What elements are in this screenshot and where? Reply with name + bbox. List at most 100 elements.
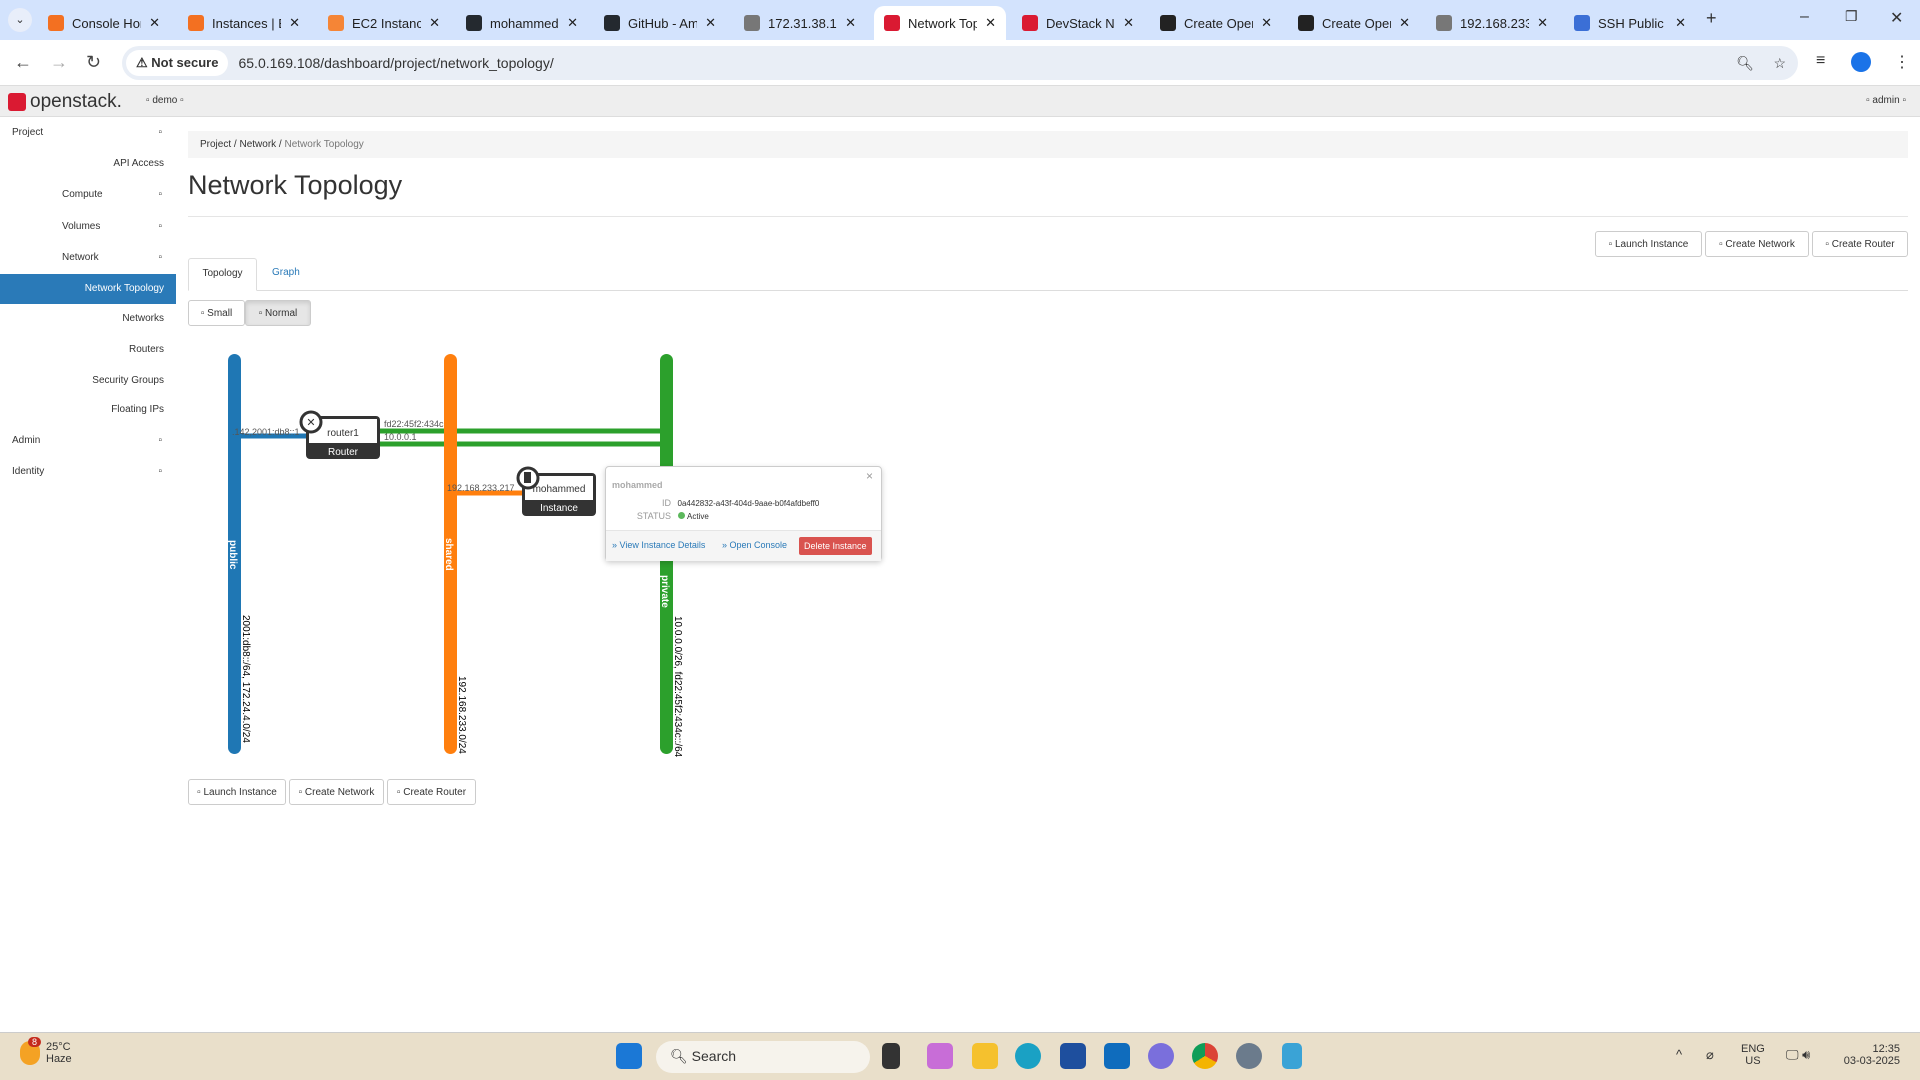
back-icon[interactable]: ← (14, 52, 32, 73)
browser-tab[interactable]: Create Open ✕ (1150, 6, 1282, 40)
settings-icon[interactable] (1236, 1043, 1262, 1069)
reload-icon[interactable]: ↻ (86, 52, 101, 73)
close-tab-icon[interactable]: ✕ (1399, 15, 1410, 31)
sidebar-item-label: Network (62, 252, 99, 263)
notepad-icon[interactable] (1282, 1043, 1302, 1069)
close-tab-icon[interactable]: ✕ (149, 15, 160, 31)
url-text[interactable]: 65.0.169.108/dashboard/project/network_t… (238, 55, 553, 71)
edge-icon[interactable] (1015, 1043, 1041, 1069)
openstack-logo[interactable]: openstack. (8, 91, 122, 113)
sidebar-item-network[interactable]: Network ▫ (0, 243, 176, 273)
restore-button[interactable]: ❐ (1845, 8, 1858, 25)
app-icon[interactable] (1148, 1043, 1174, 1069)
browser-tab[interactable]: GitHub - Am ✕ (594, 6, 726, 40)
close-tab-icon[interactable]: ✕ (289, 15, 300, 31)
browser-tab[interactable]: 192.168.233 ✕ (1426, 6, 1558, 40)
browser-tab-bar: ⌄ Console Hom✕Instances | E✕EC2 Instance… (0, 0, 1920, 40)
sidebar-item-routers[interactable]: Routers (0, 335, 176, 365)
favicon-icon (1160, 15, 1176, 31)
close-tab-icon[interactable]: ✕ (429, 15, 440, 31)
forward-icon[interactable]: → (50, 52, 68, 73)
tab-list-button[interactable]: ⌄ (8, 8, 32, 32)
close-tab-icon[interactable]: ✕ (1261, 15, 1272, 31)
chrome-icon[interactable] (1192, 1043, 1218, 1069)
browser-tab[interactable]: Create Open ✕ (1288, 6, 1420, 40)
sidebar-item-networks[interactable]: Networks (0, 304, 176, 334)
bottom-launch-instance-button[interactable]: ▫ Launch Instance (188, 779, 286, 805)
not-secure-badge[interactable]: ⚠ Not secure (126, 50, 229, 76)
breadcrumb-project[interactable]: Project (200, 139, 231, 150)
volume-icon[interactable]: 🖵 🔊︎ (1786, 1047, 1810, 1063)
tab-title: mohammed (490, 15, 559, 31)
bookmark-star-icon[interactable]: ☆ (1773, 55, 1786, 72)
copilot-icon[interactable] (927, 1043, 953, 1069)
close-tab-icon[interactable]: ✕ (1675, 15, 1686, 31)
browser-tab[interactable]: SSH Public K ✕ (1564, 6, 1696, 40)
sidebar-item-security-groups[interactable]: Security Groups (0, 366, 176, 396)
close-popup-button[interactable]: × (866, 469, 873, 483)
show-hidden-icons[interactable]: ^ (1676, 1047, 1682, 1062)
sidebar-item-identity[interactable]: Identity ▫ (0, 457, 176, 487)
sidebar-item-project[interactable]: Project ▫ (0, 118, 176, 148)
sidebar-item-admin[interactable]: Admin ▫ (0, 426, 176, 456)
browser-tab[interactable]: Instances | E ✕ (178, 6, 310, 40)
start-button[interactable] (616, 1043, 642, 1069)
breadcrumb-current: Network Topology (284, 139, 364, 150)
network-status-icon[interactable]: ⌀ (1706, 1047, 1714, 1063)
sidebar-item-network-topology[interactable]: Network Topology (0, 274, 176, 304)
zoom-icon[interactable]: 🔍︎ (1736, 55, 1754, 72)
language-indicator[interactable]: ENG US (1741, 1043, 1765, 1067)
size-small-button[interactable]: ▫ Small (188, 300, 245, 326)
browser-tab[interactable]: mohammed ✕ (456, 6, 588, 40)
close-tab-icon[interactable]: ✕ (1537, 15, 1548, 31)
create-router-button[interactable]: ▫ Create Router (1812, 231, 1908, 257)
new-tab-button[interactable]: + (1706, 8, 1717, 29)
outlook-icon[interactable] (1104, 1043, 1130, 1069)
media-icon[interactable]: ≡ (1816, 52, 1825, 70)
sidebar-item-floating-ips[interactable]: Floating IPs (0, 395, 176, 425)
open-console-link[interactable]: » Open Console (722, 540, 787, 550)
tab-topology[interactable]: Topology (188, 258, 257, 291)
breadcrumb-network[interactable]: Network (239, 139, 276, 150)
svg-text:✕: ✕ (306, 417, 315, 429)
delete-instance-button[interactable]: Delete Instance (799, 537, 872, 555)
close-tab-icon[interactable]: ✕ (1123, 15, 1134, 31)
user-menu[interactable]: ▫ admin ▫ (1866, 95, 1906, 106)
close-tab-icon[interactable]: ✕ (985, 15, 996, 31)
bottom-create-router-button[interactable]: ▫ Create Router (387, 779, 476, 805)
minimize-button[interactable]: – (1800, 8, 1809, 26)
address-bar[interactable]: ⚠ Not secure 65.0.169.108/dashboard/proj… (122, 46, 1798, 80)
project-selector[interactable]: ▫ demo ▫ (146, 95, 184, 106)
network-cidr-public: 2001:db8::/64, 172.24.4.0/24 (240, 615, 251, 743)
close-tab-icon[interactable]: ✕ (705, 15, 716, 31)
browser-tab[interactable]: Console Hom ✕ (38, 6, 170, 40)
close-window-button[interactable]: ✕ (1890, 8, 1903, 28)
tab-graph[interactable]: Graph (272, 258, 300, 291)
router-name: router1 (327, 428, 359, 439)
favicon-icon (1574, 15, 1590, 31)
view-instance-details-link[interactable]: » View Instance Details (612, 540, 705, 550)
weather-widget[interactable]: 8 25°C Haze (20, 1037, 72, 1065)
taskbar-search[interactable]: 🔍︎ Search (656, 1041, 870, 1073)
size-normal-button[interactable]: ▫ Normal (245, 300, 311, 326)
taskbar: 8 25°C Haze 🔍︎ Search ^ ⌀ ENG US 🖵 🔊︎ 12:3… (0, 1032, 1920, 1080)
sidebar-item-compute[interactable]: Compute ▫ (0, 180, 176, 210)
file-explorer-icon[interactable] (972, 1043, 998, 1069)
sidebar-item-label: Volumes (62, 221, 101, 232)
browser-tab[interactable]: Network Top ✕ (874, 6, 1006, 40)
profile-avatar[interactable] (1851, 52, 1871, 72)
taskview-icon[interactable] (882, 1043, 900, 1069)
sidebar-item-volumes[interactable]: Volumes ▫ (0, 212, 176, 242)
clock[interactable]: 12:35 03-03-2025 (1838, 1043, 1900, 1067)
create-network-button[interactable]: ▫ Create Network (1705, 231, 1809, 257)
menu-icon[interactable]: ⋮ (1894, 52, 1910, 72)
store-icon[interactable] (1060, 1043, 1086, 1069)
browser-tab[interactable]: 172.31.38.17 ✕ (734, 6, 866, 40)
browser-tab[interactable]: DevStack Ne ✕ (1012, 6, 1144, 40)
launch-instance-button[interactable]: ▫ Launch Instance (1595, 231, 1702, 257)
bottom-create-network-button[interactable]: ▫ Create Network (289, 779, 384, 805)
close-tab-icon[interactable]: ✕ (845, 15, 856, 31)
close-tab-icon[interactable]: ✕ (567, 15, 578, 31)
sidebar-item-api-access[interactable]: API Access (0, 149, 176, 179)
browser-tab[interactable]: EC2 Instance ✕ (318, 6, 450, 40)
